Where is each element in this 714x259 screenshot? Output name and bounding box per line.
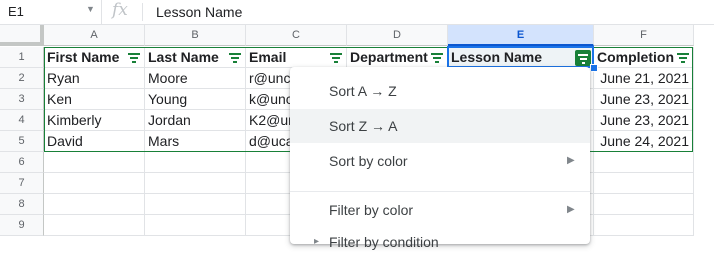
menu-item-sort-a-z[interactable]: Sort A → Z (290, 74, 590, 108)
empty-cell[interactable] (44, 152, 145, 173)
row-header-5[interactable]: 5 (0, 131, 44, 152)
row-header-4[interactable]: 4 (0, 110, 44, 131)
row-header-8[interactable]: 8 (0, 194, 44, 215)
menu-item-filter-by-color[interactable]: Filter by color ▶ (290, 193, 590, 227)
row-header-7[interactable]: 7 (0, 173, 44, 194)
empty-cell[interactable] (594, 152, 694, 173)
table-cell[interactable]: June 24, 2021 (594, 131, 694, 152)
column-header-a[interactable]: A (44, 25, 145, 46)
empty-cell[interactable] (145, 152, 246, 173)
table-cell[interactable]: Mars (145, 131, 246, 152)
table-cell[interactable]: Ryan (44, 68, 145, 89)
submenu-arrow-icon: ▶ (567, 155, 575, 166)
row-header-3[interactable]: 3 (0, 89, 44, 110)
empty-cell[interactable] (145, 194, 246, 215)
fill-handle[interactable] (590, 64, 598, 72)
select-all-corner[interactable] (0, 25, 44, 46)
menu-divider (290, 191, 590, 192)
row-header-9[interactable]: 9 (0, 215, 44, 236)
empty-cell[interactable] (594, 173, 694, 194)
empty-cell[interactable] (44, 173, 145, 194)
empty-cell[interactable] (145, 173, 246, 194)
expand-arrow-icon: ▸ (314, 236, 320, 247)
filter-menu: Sort A → Z Sort Z → A Sort by color ▶ Fi… (290, 67, 590, 250)
formula-bar: E1 ▼ fx Lesson Name (0, 0, 714, 25)
table-cell[interactable]: Moore (145, 68, 246, 89)
row-header-1[interactable]: 1 (0, 47, 44, 68)
header-label: Last Name (148, 49, 219, 65)
header-label: Completion (597, 49, 674, 65)
name-box[interactable]: E1 ▼ (0, 0, 102, 24)
menu-item-label: Sort A → Z (329, 83, 397, 99)
row-header-2[interactable]: 2 (0, 68, 44, 89)
table-cell[interactable]: Young (145, 89, 246, 110)
empty-cell[interactable] (594, 215, 694, 236)
table-cell[interactable]: David (44, 131, 145, 152)
fx-icon: fx (112, 0, 128, 20)
table-cell[interactable]: Kimberly (44, 110, 145, 131)
empty-cell[interactable] (44, 215, 145, 236)
table-cell[interactable]: June 23, 2021 (594, 110, 694, 131)
column-header-c[interactable]: C (246, 25, 347, 46)
filter-icon[interactable] (431, 51, 443, 63)
column-header-b[interactable]: B (145, 25, 246, 46)
submenu-arrow-icon: ▶ (567, 204, 575, 215)
chevron-down-icon[interactable]: ▼ (86, 4, 95, 14)
header-label: First Name (47, 49, 120, 65)
row-header-6[interactable]: 6 (0, 152, 44, 173)
header-label: Department (350, 49, 428, 65)
header-label: Email (249, 49, 287, 65)
column-header-e[interactable]: E (448, 25, 594, 46)
filter-icon[interactable] (677, 51, 689, 63)
column-header-f[interactable]: F (594, 25, 694, 46)
menu-item-label: Sort by color (329, 153, 408, 169)
menu-item-label: Sort Z → A (329, 118, 398, 134)
table-cell[interactable]: Jordan (145, 110, 246, 131)
menu-item-sort-by-color[interactable]: Sort by color ▶ (290, 144, 590, 178)
empty-cell[interactable] (594, 194, 694, 215)
header-cell-lesson-name[interactable]: Lesson Name (448, 47, 594, 68)
filter-icon[interactable] (229, 51, 241, 63)
column-header-d[interactable]: D (347, 25, 448, 46)
formula-separator (142, 3, 143, 21)
filter-icon[interactable] (128, 51, 140, 63)
menu-item-filter-by-condition[interactable]: ▸ Filter by condition (290, 225, 590, 259)
filter-icon[interactable] (330, 51, 342, 63)
header-label: Lesson Name (451, 49, 543, 65)
formula-input[interactable]: Lesson Name (156, 4, 242, 20)
table-cell[interactable]: June 23, 2021 (594, 89, 694, 110)
filter-active-button[interactable] (575, 50, 591, 66)
menu-item-label: Filter by condition (329, 234, 439, 250)
empty-cell[interactable] (44, 194, 145, 215)
table-cell[interactable]: Ken (44, 89, 145, 110)
table-cell[interactable]: June 21, 2021 (594, 68, 694, 89)
menu-item-sort-z-a[interactable]: Sort Z → A (290, 109, 590, 143)
empty-cell[interactable] (145, 215, 246, 236)
cell-reference: E1 (8, 4, 24, 19)
menu-item-label: Filter by color (329, 202, 414, 218)
